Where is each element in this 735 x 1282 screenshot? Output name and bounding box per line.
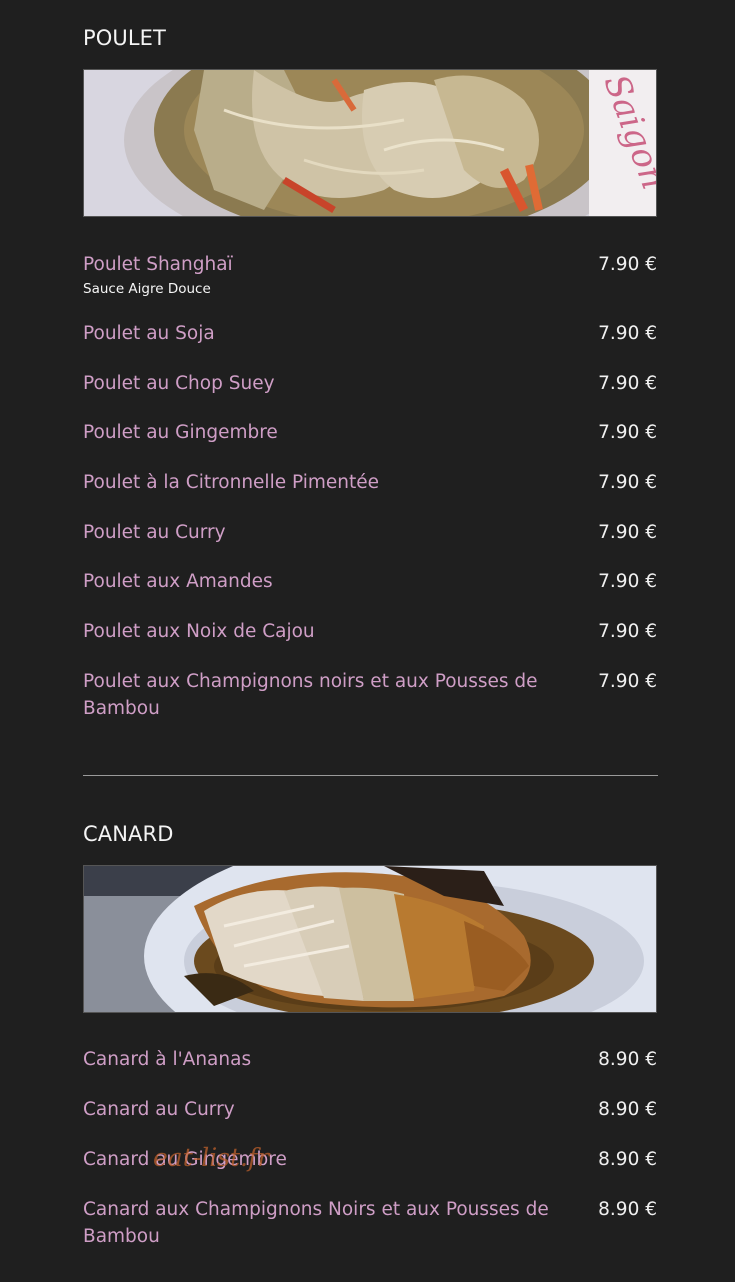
menu-item[interactable]: Poulet aux Champignons noirs et aux Pous… [83, 668, 657, 722]
item-name: Poulet aux Champignons noirs et aux Pous… [83, 671, 538, 719]
poulet-dish-photo: Saigon [83, 69, 657, 217]
item-description: Sauce Aigre Douce [83, 281, 211, 297]
item-price: 8.90 € [598, 1149, 657, 1170]
menu-item[interactable]: Poulet à la Citronnelle Pimentée 7.90 € [83, 469, 657, 496]
item-price: 7.90 € [598, 671, 657, 692]
menu-item[interactable]: Poulet aux Amandes 7.90 € [83, 568, 657, 595]
item-price: 8.90 € [598, 1199, 657, 1220]
menu-item[interactable]: Canard aux Champignons Noirs et aux Pous… [83, 1196, 657, 1250]
item-price: 7.90 € [598, 621, 657, 642]
menu-item[interactable]: Canard au Curry 8.90 € [83, 1096, 657, 1123]
item-price: 7.90 € [598, 522, 657, 543]
item-price: 8.90 € [598, 1099, 657, 1120]
item-name: Poulet au Chop Suey [83, 373, 275, 394]
item-price: 7.90 € [598, 422, 657, 443]
canard-dish-photo [83, 865, 657, 1013]
menu-item[interactable]: Poulet au Curry 7.90 € [83, 519, 657, 546]
item-price: 8.90 € [598, 1049, 657, 1070]
section-title-canard: CANARD [83, 822, 174, 846]
item-name: Canard aux Champignons Noirs et aux Pous… [83, 1199, 549, 1247]
item-name: Poulet au Gingembre [83, 422, 278, 443]
item-price: 7.90 € [598, 472, 657, 493]
item-name: Canard au Gingembre [83, 1149, 287, 1170]
item-price: 7.90 € [598, 373, 657, 394]
menu-item[interactable]: Poulet Shanghaï Sauce Aigre Douce 7.90 € [83, 251, 657, 298]
item-price: 7.90 € [598, 254, 657, 275]
item-name: Poulet aux Amandes [83, 571, 273, 592]
item-price: 7.90 € [598, 323, 657, 344]
item-name: Poulet aux Noix de Cajou [83, 621, 315, 642]
menu-item[interactable]: Canard au Gingembre 8.90 € [83, 1146, 657, 1173]
menu-item[interactable]: Poulet aux Noix de Cajou 7.90 € [83, 618, 657, 645]
item-name: Canard au Curry [83, 1099, 235, 1120]
item-name: Poulet Shanghaï [83, 254, 233, 275]
section-divider [83, 775, 658, 776]
menu-item[interactable]: Poulet au Chop Suey 7.90 € [83, 370, 657, 397]
menu-item[interactable]: Poulet au Gingembre 7.90 € [83, 419, 657, 446]
item-name: Poulet au Soja [83, 323, 215, 344]
section-title-poulet: POULET [83, 26, 166, 50]
item-name: Poulet à la Citronnelle Pimentée [83, 472, 380, 493]
item-price: 7.90 € [598, 571, 657, 592]
item-name: Canard à l'Ananas [83, 1049, 252, 1070]
menu-item[interactable]: Canard à l'Ananas 8.90 € [83, 1046, 657, 1073]
menu-item[interactable]: Poulet au Soja 7.90 € [83, 320, 657, 347]
item-name: Poulet au Curry [83, 522, 226, 543]
